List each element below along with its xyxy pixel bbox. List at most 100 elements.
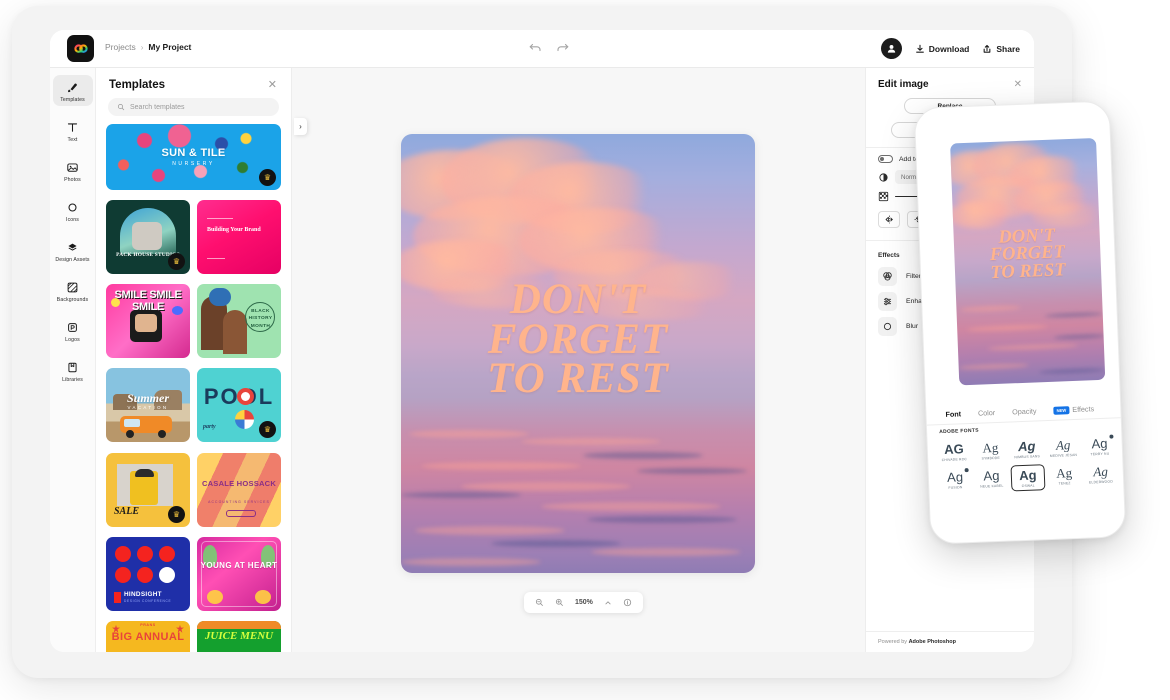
font-swatch[interactable]: Ag NEUE KABEL	[974, 466, 1009, 493]
font-swatch[interactable]: Ag MEDIVE JESAN	[1046, 435, 1081, 460]
phone-artboard-text: DON'T FORGET TO REST	[953, 226, 1101, 284]
sidebar-label-design-assets: Design Assets	[55, 257, 90, 263]
undo-icon[interactable]	[528, 40, 543, 55]
template-card[interactable]: HINDSIGHT DESIGN CONFERENCE	[106, 536, 190, 611]
template-title: Building Your Brand	[207, 227, 261, 234]
template-card[interactable]: SMILE SMILE SMILE	[106, 284, 190, 359]
zoom-out-icon[interactable]	[535, 598, 544, 607]
enhancements-icon	[878, 292, 897, 311]
chevron-up-icon[interactable]	[604, 599, 612, 607]
template-card[interactable]: BLACK HISTORY MONTH	[197, 284, 281, 359]
font-swatch[interactable]: Ag SYMBODE	[973, 438, 1008, 463]
font-swatch[interactable]: Ag TERRY NU	[1082, 433, 1117, 458]
artboard[interactable]: DON'T FORGET TO REST	[401, 134, 755, 573]
tab-effects[interactable]: NEW Effects	[1053, 404, 1094, 415]
template-card[interactable]: SUN & TILE NURSERY ♛	[106, 124, 281, 190]
sidebar-item-logos[interactable]: Logos	[53, 315, 93, 346]
panel-expander-button[interactable]: ›	[294, 118, 307, 135]
zoom-toolbar: 150%	[524, 592, 643, 613]
sidebar-item-templates[interactable]: Templates	[52, 75, 93, 106]
template-card[interactable]: YOUNG AT HEART	[197, 536, 281, 611]
font-sample: Ag	[1017, 438, 1036, 455]
sidebar-label-backgrounds: Backgrounds	[56, 297, 89, 303]
template-title: BIG ANNUAL	[111, 630, 185, 643]
close-icon[interactable]: ✕	[1014, 79, 1022, 90]
template-subtitle: ACCOUNTING SERVICES	[208, 499, 270, 504]
user-avatar[interactable]	[880, 38, 902, 59]
phone-artboard[interactable]: DON'T FORGET TO REST	[950, 137, 1106, 386]
template-title: YOUNG AT HEART	[200, 560, 278, 570]
info-icon[interactable]	[623, 598, 632, 607]
font-name: MEDIVE JESAN	[1049, 452, 1078, 458]
tab-color[interactable]: Color	[978, 408, 996, 418]
font-sample: Ag	[1093, 463, 1109, 480]
search-wrapper: Search templates	[96, 96, 291, 124]
breadcrumb-projects[interactable]: Projects	[105, 42, 136, 52]
download-button[interactable]: Download	[915, 44, 969, 54]
font-name: NEUE KABEL	[980, 483, 1004, 489]
template-card[interactable]: Summer VACATION	[106, 368, 190, 443]
artboard-text[interactable]: DON'T FORGET TO REST	[401, 278, 755, 400]
font-sample: Ag	[1055, 465, 1073, 481]
templates-grid: SUN & TILE NURSERY ♛ PACK HOUSE STUDIOS …	[96, 124, 291, 652]
canvas-area[interactable]: › DON'T FORGET TO REST 150%	[292, 68, 898, 652]
template-title: JUICE MENU	[204, 629, 274, 642]
font-swatch[interactable]: Ag ELDERWOOD	[1083, 461, 1118, 488]
sidebar-item-backgrounds[interactable]: Backgrounds	[53, 275, 93, 306]
font-name: TENEZ	[1058, 481, 1071, 486]
sidebar-item-photos[interactable]: Photos	[53, 155, 93, 186]
sidebar-label-photos: Photos	[64, 177, 81, 183]
template-card[interactable]: CASALE HOSSACK ACCOUNTING SERVICES	[197, 452, 281, 527]
redo-icon[interactable]	[555, 40, 570, 55]
font-name: TERRY NU	[1090, 451, 1110, 457]
template-card[interactable]: PRANS BIG ANNUAL	[106, 620, 190, 652]
template-card[interactable]: POOL party ♛	[197, 368, 281, 443]
effect-label: Blur	[906, 323, 919, 330]
adobe-fonts-label: ADOBE FONTS	[939, 427, 979, 436]
edit-panel-header: Edit image ✕	[866, 68, 1034, 98]
template-subtitle: VACATION	[127, 405, 169, 411]
photos-icon	[53, 160, 93, 175]
app-root: Projects › My Project Download Share Tem…	[0, 0, 1170, 700]
add-to-background-toggle[interactable]	[878, 155, 893, 163]
breadcrumb-separator: ›	[140, 42, 144, 52]
font-name: ELDERWOOD	[1088, 479, 1114, 485]
sidebar-item-libraries[interactable]: Libraries	[53, 355, 93, 386]
font-swatch[interactable]: Ag TENEZ	[1047, 463, 1082, 490]
font-name: NIMBUS SANS	[1014, 454, 1040, 460]
sidebar-item-text[interactable]: Text	[53, 115, 93, 146]
powered-brand: Adobe Photoshop	[908, 639, 956, 645]
artboard-text-line2: FORGET	[487, 315, 669, 363]
font-sample: Ag	[1055, 437, 1071, 453]
sidebar-label-icons: Icons	[66, 217, 79, 223]
blur-icon	[878, 317, 897, 336]
zoom-in-icon[interactable]	[555, 598, 564, 607]
font-swatch[interactable]: Ag FUSION	[938, 467, 973, 494]
font-swatch[interactable]: Ag NIMBUS SANS	[1009, 436, 1044, 461]
share-button[interactable]: Share	[982, 44, 1020, 54]
flip-horizontal-icon[interactable]	[878, 211, 900, 228]
blend-mode-icon	[879, 172, 888, 182]
template-eyebrow: PRANS	[140, 622, 156, 627]
close-icon[interactable]: ✕	[268, 79, 277, 91]
phone-overlay: DON'T FORGET TO REST Font Color Opacity …	[913, 100, 1127, 545]
sidebar-item-icons[interactable]: Icons	[53, 195, 93, 226]
adobe-express-logo[interactable]	[67, 35, 94, 62]
text-icon	[53, 120, 93, 135]
font-swatch[interactable]: AG CHIVADE ROC	[936, 439, 971, 464]
search-placeholder: Search templates	[130, 103, 185, 111]
template-card[interactable]: JUICE MENU	[197, 620, 281, 652]
undo-redo-group	[528, 40, 570, 55]
template-card[interactable]: SALE ♛	[106, 452, 190, 527]
sidebar-item-design-assets[interactable]: Design Assets	[53, 235, 93, 266]
template-card[interactable]: Building Your Brand	[197, 200, 281, 275]
design-assets-icon	[53, 240, 93, 255]
font-name: OSWAL	[1021, 483, 1035, 489]
tab-opacity[interactable]: Opacity	[1012, 406, 1037, 416]
search-input[interactable]: Search templates	[108, 98, 279, 116]
premium-crown-icon: ♛	[259, 169, 276, 186]
templates-panel-header: Templates ✕	[96, 68, 291, 96]
font-swatch-selected[interactable]: Ag OSWAL	[1010, 464, 1046, 492]
tab-font[interactable]: Font	[945, 409, 961, 419]
template-card[interactable]: PACK HOUSE STUDIOS ♛	[106, 200, 190, 275]
